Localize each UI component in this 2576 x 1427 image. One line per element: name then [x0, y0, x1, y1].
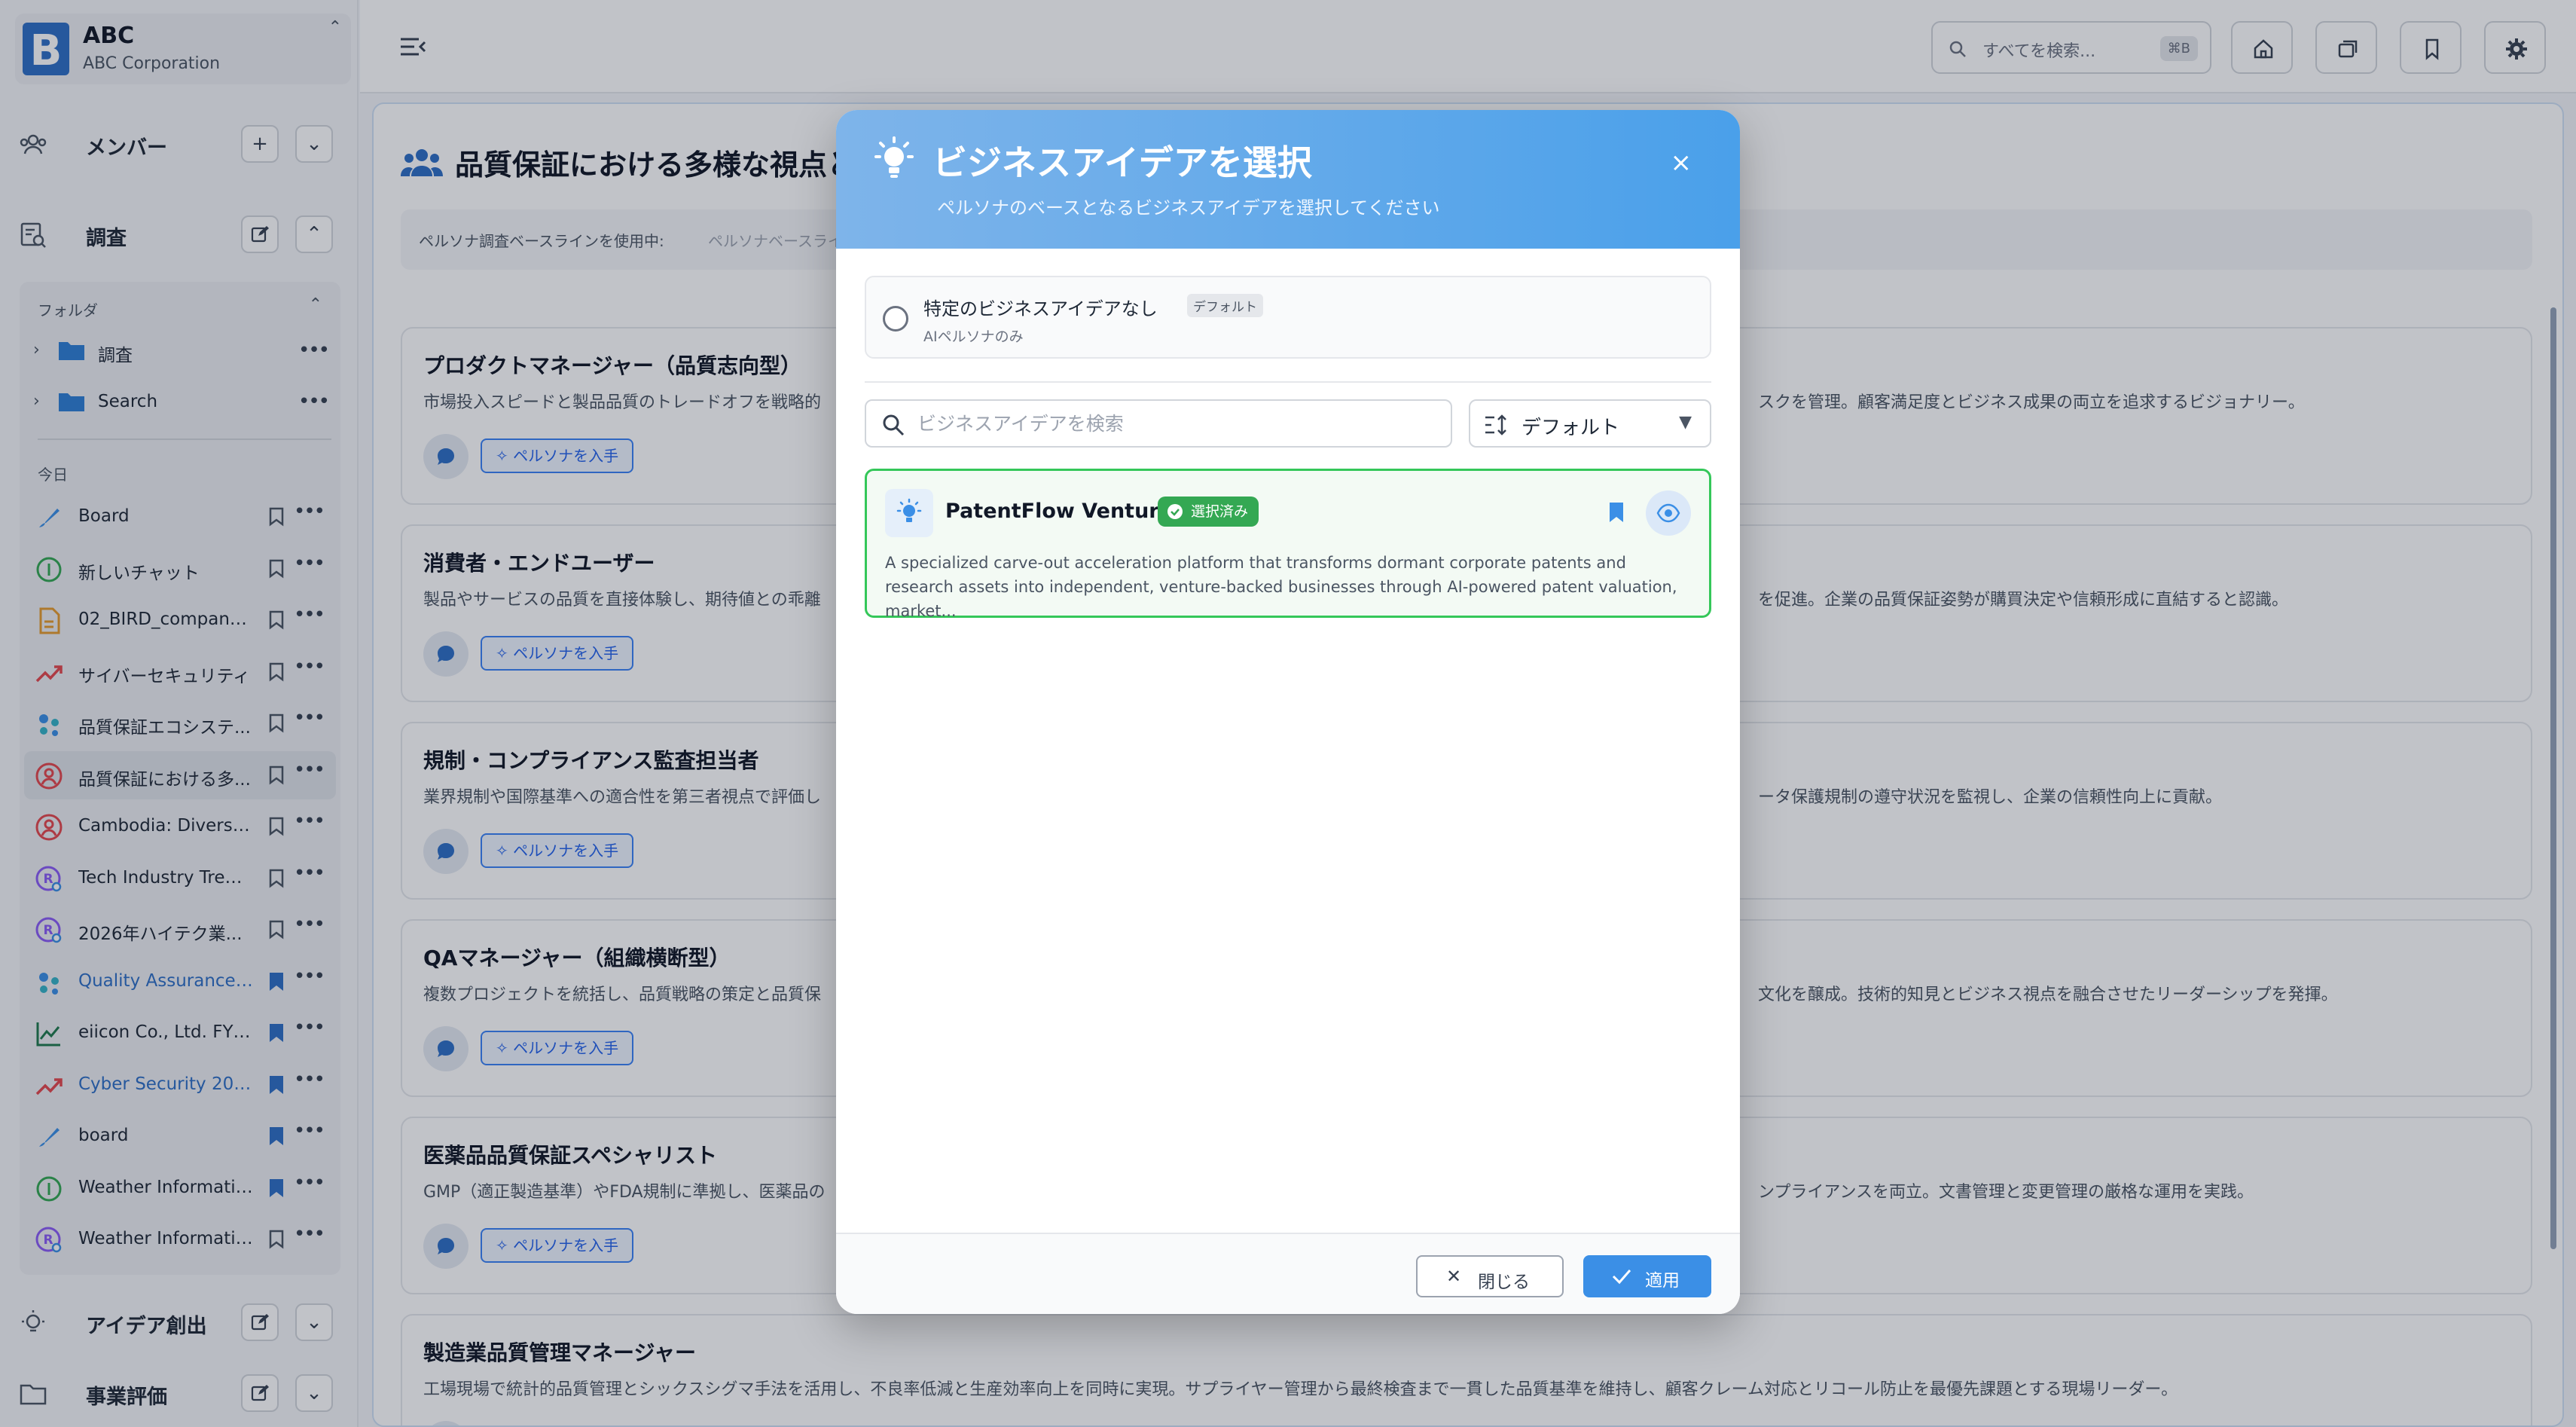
- bookmark-icon[interactable]: [1608, 501, 1625, 524]
- selected-badge-label: 選択済み: [1191, 503, 1249, 520]
- idea-avatar: [885, 489, 933, 537]
- search-icon: [883, 414, 905, 436]
- check-circle-icon: [1167, 504, 1183, 519]
- close-button[interactable]: ✕ 閉じる: [1416, 1255, 1564, 1297]
- default-badge: デフォルト: [1187, 294, 1263, 317]
- divider: [865, 381, 1711, 383]
- preview-button[interactable]: [1646, 490, 1691, 536]
- close-icon: ✕: [1446, 1266, 1462, 1287]
- sort-icon: [1485, 414, 1506, 435]
- no-business-idea-option[interactable]: 特定のビジネスアイデアなし デフォルト AIペルソナのみ: [865, 276, 1711, 359]
- radio-button[interactable]: [883, 306, 908, 332]
- no-idea-title: 特定のビジネスアイデアなし: [923, 298, 1158, 319]
- sort-select[interactable]: デフォルト ▼: [1469, 399, 1711, 448]
- business-idea-card[interactable]: PatentFlow Ventures 選択済み A specialized c…: [865, 469, 1711, 620]
- idea-search-field[interactable]: [865, 399, 1452, 448]
- dialog-subtitle: ペルソナのベースとなるビジネスアイデアを選択してください: [937, 197, 1440, 218]
- dialog-header: ビジネスアイデアを選択 ペルソナのベースとなるビジネスアイデアを選択してください…: [836, 110, 1740, 249]
- idea-description: A specialized carve-out acceleration pla…: [885, 554, 1677, 620]
- lightbulb-icon: [874, 136, 914, 178]
- sort-value: デフォルト: [1521, 417, 1620, 439]
- no-idea-subtitle: AIペルソナのみ: [923, 328, 1024, 345]
- idea-title: PatentFlow Ventures: [945, 500, 1186, 523]
- eye-icon: [1656, 503, 1680, 523]
- apply-button-label: 適用: [1645, 1271, 1680, 1291]
- dialog-footer: ✕ 閉じる 適用: [836, 1233, 1740, 1314]
- check-icon: [1612, 1270, 1631, 1285]
- select-business-idea-dialog: ビジネスアイデアを選択 ペルソナのベースとなるビジネスアイデアを選択してください…: [836, 110, 1740, 1314]
- apply-button[interactable]: 適用: [1583, 1255, 1711, 1297]
- dialog-title: ビジネスアイデアを選択: [932, 142, 1312, 183]
- selected-badge: 選択済み: [1158, 497, 1259, 527]
- close-button-label: 閉じる: [1478, 1273, 1530, 1292]
- caret-down-icon: ▼: [1679, 413, 1692, 432]
- idea-search-input[interactable]: [917, 408, 1437, 438]
- close-icon[interactable]: ×: [1671, 148, 1692, 178]
- lightbulb-icon: [896, 498, 922, 522]
